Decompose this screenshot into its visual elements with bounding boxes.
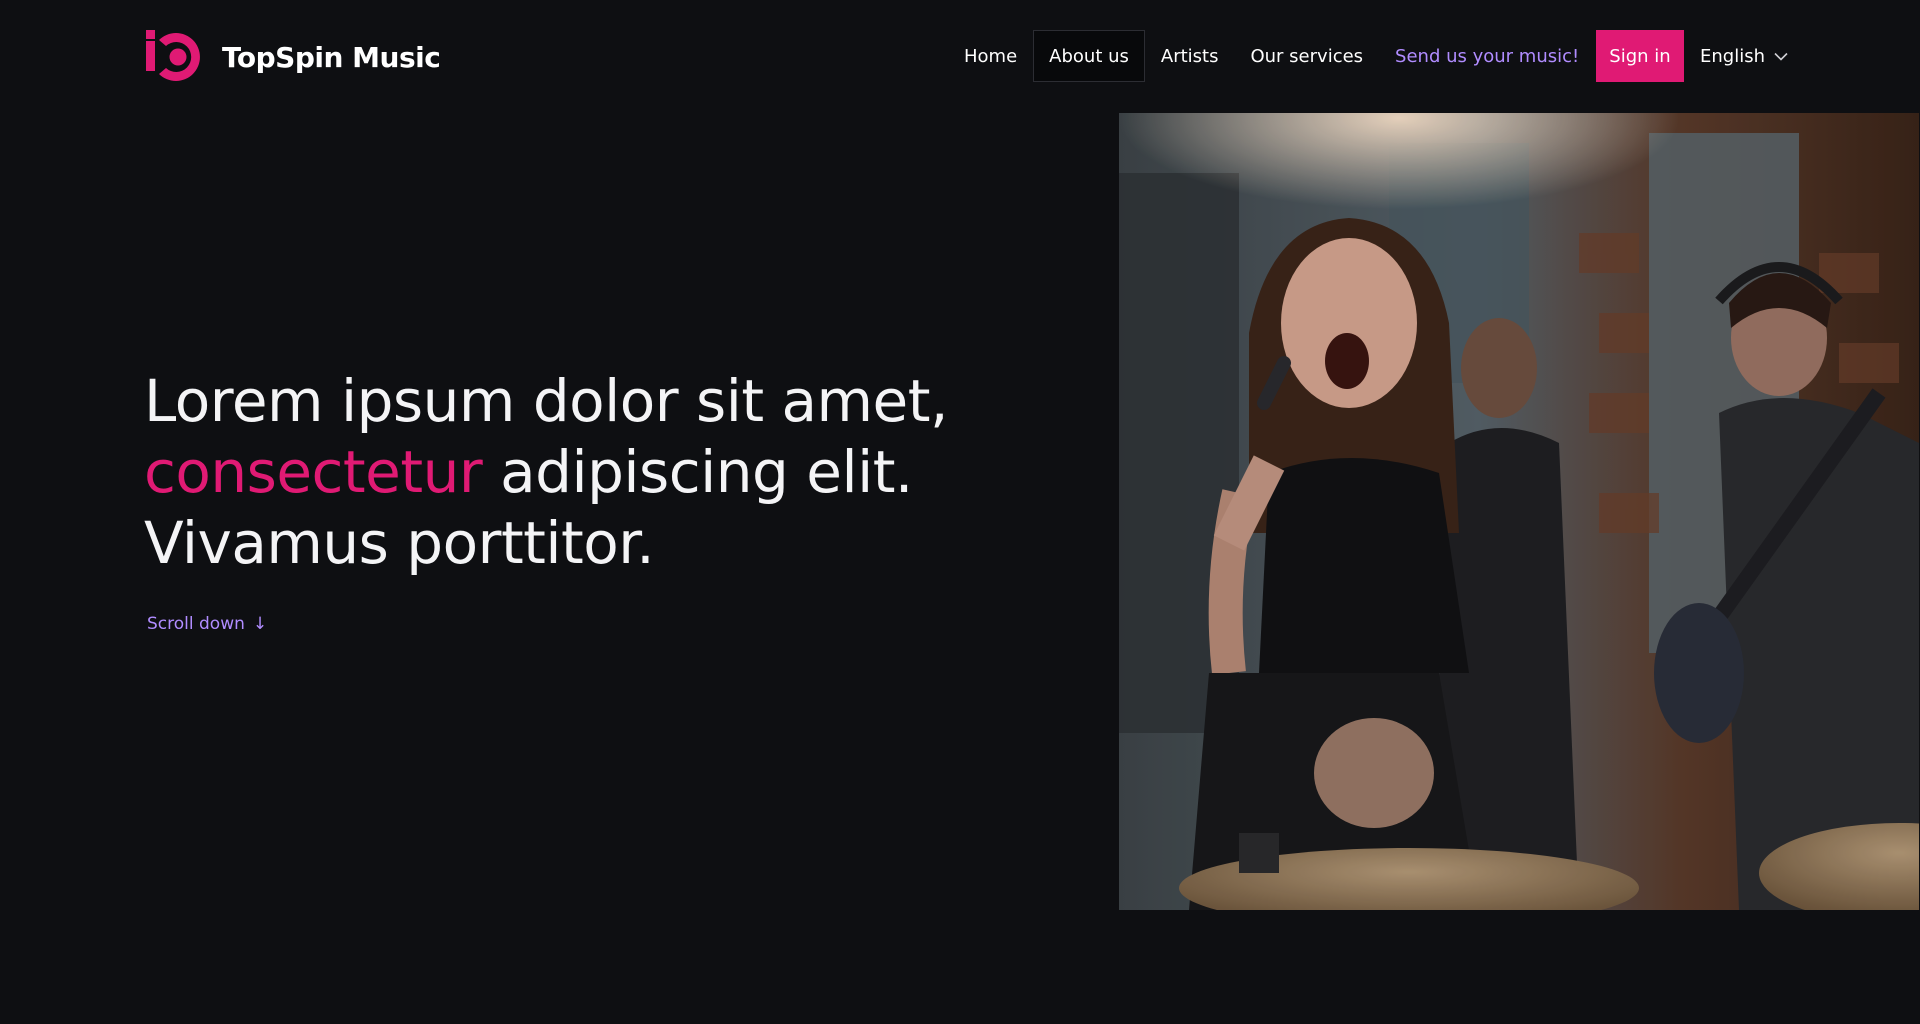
- sign-in-button[interactable]: Sign in: [1596, 30, 1684, 82]
- language-label: English: [1700, 45, 1765, 67]
- band-illustration: [1119, 113, 1919, 910]
- brand-logo-link[interactable]: TopSpin Music: [146, 28, 441, 86]
- hero-band-photo: [1119, 113, 1919, 910]
- scroll-down-link[interactable]: Scroll down ↓: [147, 614, 267, 634]
- scroll-down-label: Scroll down: [147, 614, 245, 634]
- hero-accent-word: consectetur: [144, 438, 483, 506]
- main-nav: Home About us Artists Our services Send …: [948, 30, 1595, 82]
- brand-name: TopSpin Music: [222, 40, 441, 74]
- hero-line-1: Lorem ipsum dolor sit amet,: [144, 367, 948, 435]
- nav-item-send-music[interactable]: Send us your music!: [1379, 30, 1595, 82]
- topspin-logo-icon: [146, 30, 200, 82]
- nav-item-our-services[interactable]: Our services: [1234, 30, 1379, 82]
- page: TopSpin Music Home About us Artists Our …: [0, 0, 1920, 1024]
- hero-headline: Lorem ipsum dolor sit amet, consectetur …: [144, 366, 1044, 579]
- nav-item-about-us[interactable]: About us: [1033, 30, 1145, 82]
- arrow-down-icon: ↓: [252, 614, 268, 634]
- language-selector[interactable]: English: [1700, 30, 1788, 82]
- site-header: TopSpin Music Home About us Artists Our …: [0, 0, 1920, 112]
- hero-line-2: adipiscing elit.: [482, 438, 913, 506]
- chevron-down-icon: [1774, 52, 1788, 61]
- nav-item-home[interactable]: Home: [948, 30, 1033, 82]
- hero-line-3: Vivamus porttitor.: [144, 509, 655, 577]
- nav-item-artists[interactable]: Artists: [1145, 30, 1235, 82]
